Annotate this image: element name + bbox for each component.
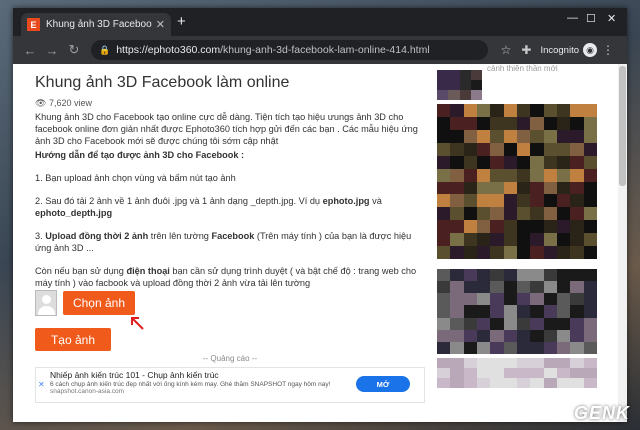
mobile-note: Còn nếu bạn sử dụng điện thoại bạn cần s… [35, 265, 425, 289]
step-3-bold-1: Upload đồng thời 2 ảnh [45, 231, 149, 241]
step-3: 3. Upload đồng thời 2 ảnh trên lên tường… [35, 230, 425, 254]
sidebar-caption: cảnh thiên thần mới [487, 64, 558, 73]
ad-open-button[interactable]: MỞ [356, 376, 410, 392]
close-window-icon[interactable]: ✕ [607, 12, 616, 25]
close-tab-icon[interactable]: ✕ [156, 18, 165, 31]
watermark: GENK [573, 403, 630, 423]
create-image-button[interactable]: Tạo ảnh [35, 328, 111, 351]
minimize-icon[interactable]: — [567, 12, 578, 24]
ad-close-icon[interactable]: ✕ [38, 380, 45, 389]
sidebar-image-blurred[interactable] [437, 269, 597, 354]
tab-bar: E Khung ảnh 3D Facebook làm online ✕ + —… [13, 8, 627, 36]
step-2-text: 2. Sau đó tải 2 ảnh về 1 ảnh đuôi .jpg v… [35, 196, 323, 206]
choose-image-button[interactable]: Chọn ảnh [63, 291, 135, 315]
step-3-bold-2: Facebook [211, 231, 255, 241]
intro-text: Khung ảnh 3D cho Facebook tạo online cực… [35, 112, 418, 146]
url-path: /khung-anh-3d-facebook-lam-online-414.ht… [220, 44, 430, 56]
step-2-example-1: ephoto.jpg [322, 196, 370, 206]
mobile-note-text: Còn nếu bạn sử dụng [35, 266, 127, 276]
url-host: https://ephoto360.com [116, 44, 221, 56]
star-icon[interactable]: ☆ [501, 43, 512, 57]
step-2: 2. Sau đó tải 2 ảnh về 1 ảnh đuôi .jpg v… [35, 195, 425, 219]
guide-heading: Hướng dẫn để tạo được ảnh 3D cho Faceboo… [35, 150, 245, 160]
tab-title: Khung ảnh 3D Facebook làm online [46, 19, 152, 30]
scrollbar[interactable] [618, 64, 627, 422]
step-2-example-2: ephoto_depth.jpg [35, 208, 113, 218]
browser-window: E Khung ảnh 3D Facebook làm online ✕ + —… [13, 8, 627, 422]
step-3-number: 3. [35, 231, 46, 241]
article: Khung ảnh 3D Facebook làm online 👁 7,620… [35, 64, 425, 403]
page-content: Khung ảnh 3D Facebook làm online 👁 7,620… [13, 64, 627, 422]
forward-icon[interactable]: → [43, 43, 61, 58]
view-count: 👁 7,620 view [35, 98, 425, 109]
browser-tab[interactable]: E Khung ảnh 3D Facebook làm online ✕ [21, 13, 171, 36]
extensions-icon[interactable]: ✚ [521, 43, 531, 57]
step-3-text: trên lên tường [148, 231, 212, 241]
back-icon[interactable]: ← [21, 43, 39, 58]
incognito-label: Incognito [540, 44, 579, 56]
maximize-icon[interactable]: ☐ [586, 12, 596, 25]
eye-icon: 👁 [35, 98, 49, 108]
ad-banner[interactable]: ✕ Nhiếp ảnh kiến trúc 101 - Chụp ảnh kiế… [35, 367, 425, 403]
view-count-text: 7,620 view [48, 98, 92, 108]
toolbar: ← → ↻ 🔒 https://ephoto360.com /khung-anh… [13, 36, 627, 64]
avatar-placeholder-icon [35, 290, 57, 316]
reload-icon[interactable]: ↻ [65, 42, 83, 58]
mobile-note-bold: điện thoại [126, 266, 170, 276]
page-title: Khung ảnh 3D Facebook làm online [35, 74, 290, 91]
favicon-icon: E [27, 18, 40, 31]
ad-label: -- Quảng cáo -- [202, 354, 258, 363]
new-tab-button[interactable]: + [177, 13, 186, 30]
step-1: 1. Bạn upload ảnh chọn vùng và bấm nút t… [35, 173, 236, 183]
sidebar-thumbnail-blurred[interactable] [437, 70, 482, 100]
step-2-and: và [369, 196, 382, 206]
incognito-icon[interactable]: ◉ [583, 43, 597, 57]
address-bar[interactable]: 🔒 https://ephoto360.com /khung-anh-3d-fa… [91, 40, 488, 60]
sidebar-image-blurred[interactable] [437, 358, 597, 388]
lock-icon: 🔒 [99, 44, 111, 55]
menu-icon[interactable]: ⋮ [602, 43, 614, 57]
red-arrow-icon [131, 317, 144, 330]
sidebar-image-blurred[interactable] [437, 104, 597, 259]
upload-row: Chọn ảnh [35, 290, 135, 316]
scrollbar-thumb[interactable] [619, 66, 626, 186]
